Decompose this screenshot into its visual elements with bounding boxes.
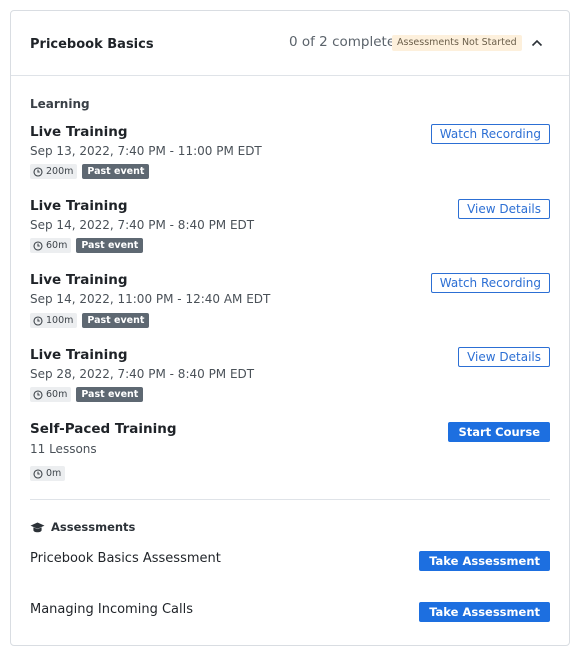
assessments-label: Assessments — [51, 520, 136, 534]
chevron-up-icon — [531, 39, 543, 47]
learning-item-schedule: Sep 13, 2022, 7:40 PM - 11:00 PM EDT — [30, 144, 262, 158]
duration-tag: 0m — [30, 466, 66, 481]
duration-tag: 200m — [30, 164, 78, 179]
view-details-button[interactable]: View Details — [458, 199, 550, 219]
take-assessment-button[interactable]: Take Assessment — [419, 602, 550, 622]
assessment-title: Pricebook Basics Assessment — [30, 551, 221, 566]
clock-icon — [33, 166, 43, 177]
watch-recording-button[interactable]: Watch Recording — [430, 273, 550, 293]
duration-value: 100m — [46, 315, 74, 326]
past-event-tag: Past event — [76, 238, 144, 253]
learning-item-schedule: Sep 14, 2022, 11:00 PM - 12:40 AM EDT — [30, 292, 271, 306]
duration-value: 0m — [46, 468, 62, 479]
duration-value: 60m — [46, 240, 68, 251]
learning-item-title: Self-Paced Training — [30, 421, 177, 437]
section-divider — [30, 499, 550, 500]
learning-item-lessons: 11 Lessons — [30, 442, 97, 456]
learning-item-tags: 200m Past event — [30, 164, 150, 179]
graduation-cap-icon — [30, 522, 45, 532]
learning-item-tags: 0m — [30, 466, 66, 481]
start-course-button[interactable]: Start Course — [448, 422, 550, 442]
past-event-tag: Past event — [76, 387, 144, 402]
learning-item-tags: 60m Past event — [30, 238, 144, 253]
watch-recording-button[interactable]: Watch Recording — [430, 124, 550, 144]
learning-item-title: Live Training — [30, 347, 128, 363]
collapse-button[interactable] — [527, 35, 547, 51]
learning-item-tags: 100m Past event — [30, 313, 150, 328]
status-badge: Assessments Not Started — [392, 35, 522, 51]
learning-item-tags: 60m Past event — [30, 387, 144, 402]
learning-section-label: Learning — [30, 97, 90, 111]
past-event-tag: Past event — [82, 164, 150, 179]
card-header: Pricebook Basics 0 of 2 completed Assess… — [11, 11, 569, 76]
progress-text: 0 of 2 completed — [289, 34, 404, 50]
duration-value: 200m — [46, 166, 74, 177]
course-title: Pricebook Basics — [30, 37, 154, 52]
clock-icon — [33, 240, 43, 251]
duration-tag: 60m — [30, 387, 72, 402]
duration-tag: 60m — [30, 238, 72, 253]
learning-item-title: Live Training — [30, 198, 128, 214]
learning-item-title: Live Training — [30, 124, 128, 140]
clock-icon — [33, 315, 43, 326]
learning-item-schedule: Sep 28, 2022, 7:40 PM - 8:40 PM EDT — [30, 367, 255, 381]
past-event-tag: Past event — [82, 313, 150, 328]
learning-item-schedule: Sep 14, 2022, 7:40 PM - 8:40 PM EDT — [30, 218, 255, 232]
assessments-heading: Assessments — [30, 520, 135, 534]
clock-icon — [33, 468, 43, 479]
duration-value: 60m — [46, 389, 68, 400]
view-details-button[interactable]: View Details — [458, 347, 550, 367]
duration-tag: 100m — [30, 313, 78, 328]
assessment-title: Managing Incoming Calls — [30, 602, 193, 617]
take-assessment-button[interactable]: Take Assessment — [419, 551, 550, 571]
course-card: Pricebook Basics 0 of 2 completed Assess… — [10, 10, 570, 646]
clock-icon — [33, 389, 43, 400]
learning-item-title: Live Training — [30, 272, 128, 288]
